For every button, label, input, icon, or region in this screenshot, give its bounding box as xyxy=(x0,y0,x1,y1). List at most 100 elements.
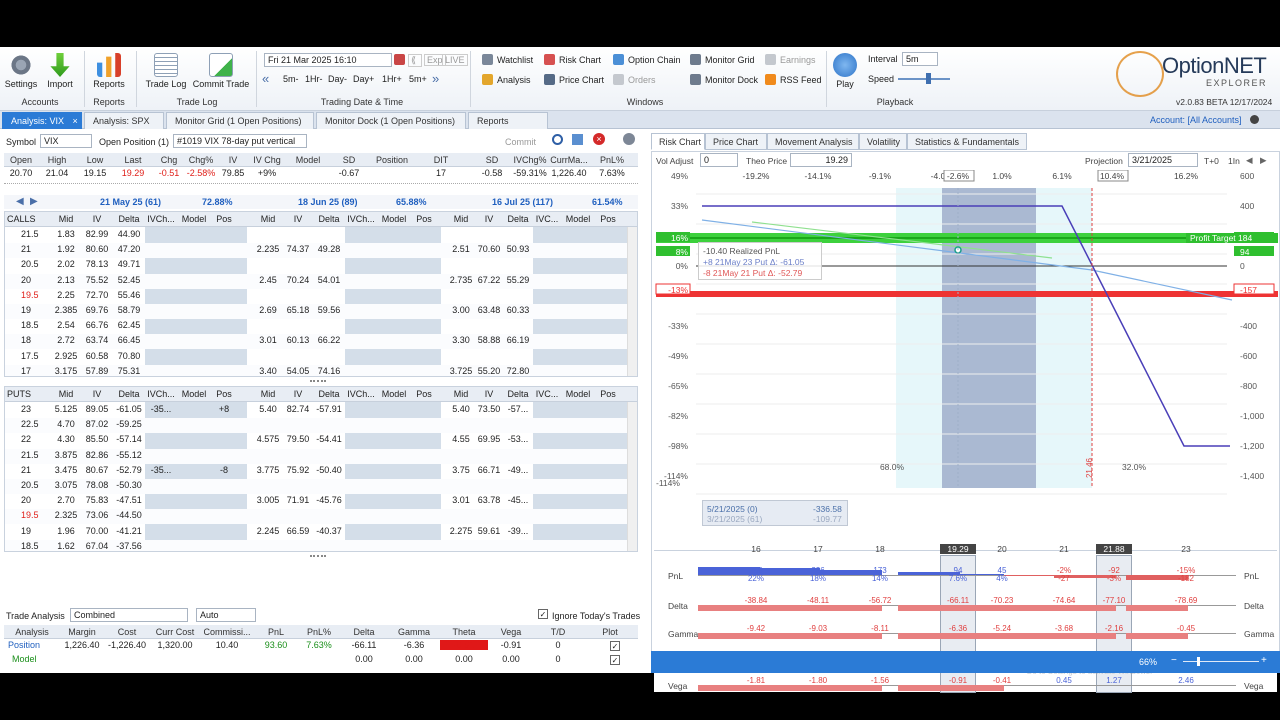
step-1hr-forward[interactable]: 1Hr+ xyxy=(382,74,402,84)
chain-cell: 66.59 xyxy=(286,525,310,536)
theo-price-input[interactable]: 19.29 xyxy=(790,153,852,167)
plot-checkbox[interactable]: ✓ xyxy=(610,655,620,665)
rewind-icon[interactable]: « xyxy=(262,71,269,86)
watchlist-button[interactable]: Watchlist xyxy=(482,54,533,65)
zoom-out-icon[interactable]: − xyxy=(1171,655,1177,666)
greek-value: 173 14% xyxy=(871,566,888,583)
reports-button[interactable]: Reports xyxy=(90,53,128,89)
monitor-dock-button[interactable]: Monitor Dock xyxy=(690,74,758,85)
plot-checkbox[interactable]: ✓ xyxy=(610,641,620,651)
chart-tab[interactable]: Risk Chart xyxy=(651,133,705,150)
step-5m-back[interactable]: 5m- xyxy=(283,74,299,84)
chain-cell: 75.52 xyxy=(85,274,109,285)
play-button[interactable]: Play xyxy=(832,53,858,89)
zoom-slider[interactable] xyxy=(1183,661,1259,662)
interval-select[interactable]: 5m xyxy=(902,52,938,66)
chain-column-header: Mid xyxy=(260,214,276,224)
orders-button[interactable]: Orders xyxy=(613,74,656,85)
commit-button[interactable]: Commit xyxy=(505,137,536,147)
pct-axis-bottom: -114% xyxy=(656,478,680,488)
trade-analysis-header-cell: Commissi... xyxy=(203,627,251,637)
step-button[interactable]: 1In xyxy=(1228,156,1240,166)
chain-column-header: IVCh... xyxy=(147,389,175,399)
breakeven-label: 21.46 xyxy=(1085,457,1094,478)
prev-expiry-icon[interactable]: ◀ xyxy=(16,196,24,207)
chain-cell: 3.475 xyxy=(54,464,78,475)
projection-date-input[interactable]: 3/21/2025 xyxy=(1128,153,1198,167)
import-button[interactable]: Import xyxy=(44,53,76,89)
chain-cell: 74.16 xyxy=(317,365,341,376)
close-position-icon[interactable]: × xyxy=(593,133,605,145)
layout-icon[interactable] xyxy=(572,134,583,145)
tab-analysis-spx[interactable]: Analysis: SPX xyxy=(84,112,164,129)
risk-chart-button[interactable]: Risk Chart xyxy=(544,54,601,65)
close-icon[interactable]: × xyxy=(73,116,78,126)
ignore-trades-checkbox[interactable]: ✓ xyxy=(538,609,548,619)
jump-button[interactable]: ⟪ xyxy=(408,54,422,67)
live-button[interactable]: LIVE xyxy=(442,54,468,66)
commit-trade-button[interactable]: Commit Trade xyxy=(192,53,250,89)
rss-feed-button[interactable]: RSS Feed xyxy=(765,74,822,85)
chart-tab[interactable]: Statistics & Fundamentals xyxy=(907,133,1027,150)
pct-top-label: -4.0 xyxy=(931,171,946,181)
analysis-button[interactable]: Analysis xyxy=(482,74,531,85)
calendar-icon[interactable] xyxy=(394,54,405,65)
quote-value-cell: -0.58 xyxy=(481,168,503,178)
next-expiry-icon[interactable]: ▶ xyxy=(30,196,38,207)
t-plus-button[interactable]: T+0 xyxy=(1204,156,1219,166)
search-icon[interactable] xyxy=(552,134,563,145)
step-1hr-back[interactable]: 1Hr- xyxy=(305,74,323,84)
chart-tab[interactable]: Movement Analysis xyxy=(767,133,859,150)
pct-top-label: -2.6% xyxy=(947,171,970,181)
playback-group-label: Playback xyxy=(876,97,914,107)
step-5m-forward[interactable]: 5m+ xyxy=(409,74,427,84)
tab-monitor-grid[interactable]: Monitor Grid (1 Open Positions) xyxy=(166,112,314,129)
speed-slider-thumb[interactable] xyxy=(926,73,931,84)
zoom-slider-thumb[interactable] xyxy=(1197,657,1200,666)
tab-reports[interactable]: Reports xyxy=(468,112,548,129)
chain-cell: 79.50 xyxy=(286,434,310,445)
chain-cell: 80.60 xyxy=(85,244,109,255)
position-select[interactable]: #1019 VIX 78-day put vertical xyxy=(173,134,307,148)
price-chart-button[interactable]: Price Chart xyxy=(544,74,604,85)
greek-label-right: PnL xyxy=(1244,571,1260,581)
risk-chart-svg[interactable]: 49% 33% 16% 8% 0% -13% -33% -49% -65% -82% -98% -11… xyxy=(652,170,1279,500)
symbol-label: Symbol xyxy=(6,137,37,147)
tab-monitor-dock[interactable]: Monitor Dock (1 Open Positions) xyxy=(316,112,466,129)
speed-slider[interactable] xyxy=(898,78,950,80)
option-chain-button[interactable]: Option Chain xyxy=(613,54,681,65)
puts-scrollbar[interactable] xyxy=(627,402,637,551)
step-day-back[interactable]: Day- xyxy=(328,74,347,84)
greek-value: -8.11 xyxy=(871,624,889,633)
strike-cell: 19.5 xyxy=(21,289,39,300)
chain-cell: 66.45 xyxy=(117,335,141,346)
position-cell[interactable]: Position xyxy=(4,640,60,650)
next-date-icon[interactable]: ▶ xyxy=(1260,155,1267,166)
chart-tab[interactable]: Price Chart xyxy=(705,133,767,150)
trade-analysis-mode[interactable]: Combined xyxy=(70,608,188,622)
chain-cell: 50.93 xyxy=(506,244,530,255)
account-selector[interactable]: Account: [All Accounts] xyxy=(1150,115,1242,125)
tab-analysis-vix[interactable]: Analysis: VIX × xyxy=(2,112,82,129)
trade-log-button[interactable]: Trade Log xyxy=(144,53,188,89)
auto-select[interactable]: Auto xyxy=(196,608,256,622)
calls-scrollbar[interactable] xyxy=(627,227,637,376)
chart-tab[interactable]: Volatility xyxy=(859,133,907,150)
zoom-in-icon[interactable]: + xyxy=(1261,655,1267,666)
chain-cell: 71.91 xyxy=(286,495,310,506)
vol-adjust-input[interactable]: 0 xyxy=(700,153,738,167)
trading-datetime-input[interactable]: Fri 21 Mar 2025 16:10 xyxy=(264,53,392,67)
gear-icon[interactable] xyxy=(623,133,635,145)
earnings-button[interactable]: Earnings xyxy=(765,54,816,65)
prev-date-icon[interactable]: ◀ xyxy=(1246,155,1253,166)
monitor-grid-button[interactable]: Monitor Grid xyxy=(690,54,755,65)
fast-forward-icon[interactable]: » xyxy=(432,71,439,86)
greek-bar xyxy=(820,685,882,691)
greek-bar xyxy=(698,685,760,691)
chain-cell: 66.19 xyxy=(506,335,530,346)
symbol-select[interactable]: VIX xyxy=(40,134,92,148)
step-day-forward[interactable]: Day+ xyxy=(353,74,374,84)
chain-cell: -45... xyxy=(507,495,529,506)
greek-bar xyxy=(758,685,820,691)
settings-button[interactable]: Settings xyxy=(4,53,38,89)
